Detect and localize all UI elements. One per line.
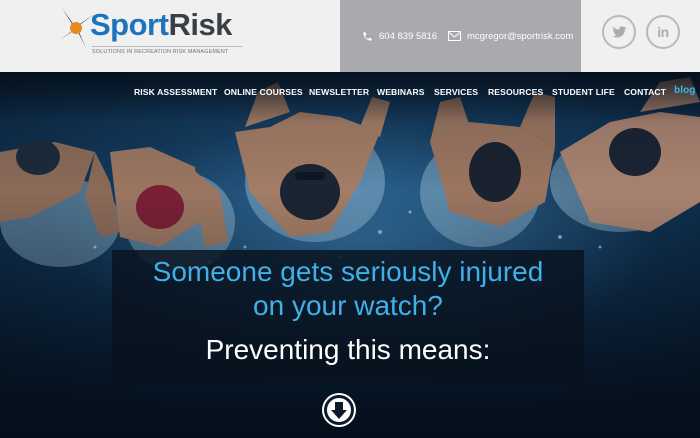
linkedin-button[interactable]: in — [646, 15, 680, 49]
twitter-button[interactable] — [602, 15, 636, 49]
phone-icon — [363, 31, 372, 41]
nav-webinars[interactable]: WEBINARS — [377, 87, 425, 97]
nav-online-courses[interactable]: ONLINE COURSES — [224, 87, 303, 97]
phone-link[interactable]: 604 839 5816 — [362, 28, 437, 44]
hero-section: RISK ASSESSMENT ONLINE COURSES NEWSLETTE… — [0, 72, 700, 438]
contact-bar: 604 839 5816 mcgregor@sportrisk.com — [340, 0, 581, 72]
hero-headline-box: Someone gets seriously injured on your w… — [112, 250, 584, 382]
twitter-icon — [612, 25, 626, 37]
linkedin-icon: in — [657, 24, 669, 40]
email-address: mcgregor@sportrisk.com — [467, 30, 574, 42]
phone-number: 604 839 5816 — [379, 30, 438, 42]
logo-wordmark: SportRisk — [90, 8, 232, 42]
nav-newsletter[interactable]: NEWSLETTER — [309, 87, 369, 97]
nav-contact[interactable]: CONTACT — [624, 87, 666, 97]
logo-word-risk: Risk — [168, 7, 232, 42]
hero-headline-line1: Someone gets seriously injured — [152, 256, 544, 287]
hero-headline-line2: on your watch? — [253, 290, 443, 321]
nav-risk-assessment[interactable]: RISK ASSESSMENT — [134, 87, 217, 97]
scroll-down-button[interactable] — [322, 393, 356, 427]
envelope-icon — [448, 31, 461, 41]
site-header: SportRisk Solutions in Recreation Risk M… — [0, 0, 700, 72]
nav-resources[interactable]: RESOURCES — [488, 87, 543, 97]
logo-word-sport: Sport — [90, 7, 169, 42]
sportrisk-logo[interactable]: SportRisk Solutions in Recreation Risk M… — [56, 4, 256, 66]
nav-blog[interactable]: blog — [674, 85, 696, 96]
hero-subheadline: Preventing this means: — [205, 334, 491, 365]
arrow-down-circle-icon — [324, 395, 354, 425]
nav-student-life[interactable]: STUDENT LIFE — [552, 87, 615, 97]
logo-tagline: Solutions in Recreation Risk Management — [92, 46, 242, 55]
nav-services[interactable]: SERVICES — [434, 87, 478, 97]
main-nav: RISK ASSESSMENT ONLINE COURSES NEWSLETTE… — [0, 72, 700, 110]
email-link[interactable]: mcgregor@sportrisk.com — [448, 28, 573, 44]
